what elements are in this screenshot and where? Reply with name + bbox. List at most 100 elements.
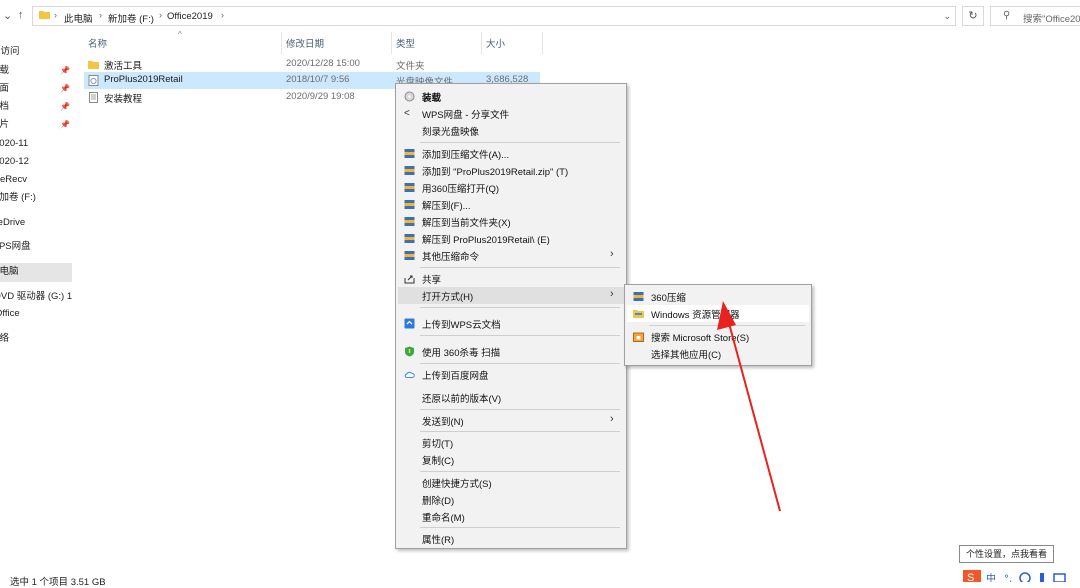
annotation-arrow — [717, 301, 781, 512]
menu-separator — [420, 409, 620, 410]
pin-icon: 📌 — [60, 102, 70, 111]
search-input[interactable]: ⚲ 搜索"Office2019" — [990, 6, 1080, 26]
column-header-name[interactable]: 名称 — [88, 36, 107, 50]
share-out-icon — [404, 275, 415, 284]
column-divider[interactable] — [281, 32, 282, 54]
menu-item-create-shortcut[interactable]: 创建快捷方式(S) — [398, 474, 624, 491]
archive-icon — [404, 234, 415, 243]
archive-icon — [404, 166, 415, 175]
system-tray: S 中 °, — [963, 570, 1066, 582]
nav-item-drive-f[interactable]: 新加卷 (F:) — [0, 190, 36, 206]
file-row-activation-tool[interactable]: 激活工具 2020/12/28 15:00 文件夹 — [84, 56, 540, 73]
context-menu: 装载 < WPS网盘 - 分享文件 刻录光盘映像 添加到压缩文件(A)... 添… — [395, 83, 627, 549]
menu-item-360-scan[interactable]: 使用 360杀毒 扫描 — [398, 343, 624, 360]
menu-separator — [420, 431, 620, 432]
mount-icon — [404, 91, 415, 102]
search-icon: ⚲ — [1003, 10, 1011, 21]
column-divider[interactable] — [481, 32, 482, 54]
menu-item-share[interactable]: 共享 — [398, 270, 624, 287]
baidu-cloud-icon — [404, 371, 415, 378]
column-header-type[interactable]: 类型 — [396, 36, 415, 50]
menu-item-wps-share[interactable]: < WPS网盘 - 分享文件 — [398, 105, 624, 122]
column-divider[interactable] — [542, 32, 543, 54]
column-header-size[interactable]: 大小 — [486, 36, 505, 50]
nav-item-quick-access[interactable]: 速访问 — [0, 44, 20, 60]
menu-item-send-to[interactable]: 发送到(N) › — [398, 412, 624, 429]
nav-item-onedrive[interactable]: OneDrive — [0, 215, 25, 231]
disc-image-icon — [88, 75, 99, 86]
menu-item-extract-to-folder[interactable]: 解压到 ProPlus2019Retail\ (E) — [398, 230, 624, 247]
menu-item-upload-baidu[interactable]: 上传到百度网盘 — [398, 366, 624, 383]
menu-item-restore-previous[interactable]: 还原以前的版本(V) — [398, 389, 624, 406]
nav-item-office[interactable]: Office — [0, 306, 20, 322]
menu-item-rename[interactable]: 重命名(M) — [398, 508, 624, 525]
tooltip: 个性设置，点我看看 — [959, 545, 1054, 563]
nav-item-desktop[interactable]: 桌面 — [0, 81, 9, 97]
svg-text:S: S — [967, 572, 974, 582]
file-date: 2018/10/7 9:56 — [286, 74, 350, 85]
menu-separator — [420, 335, 620, 336]
nav-item-2020-11[interactable]: 2020-11 — [0, 136, 28, 152]
file-name: ProPlus2019Retail — [104, 74, 183, 85]
menu-separator — [420, 527, 620, 528]
explorer-icon — [633, 310, 644, 318]
archive-icon — [404, 217, 415, 226]
nav-item-2020-12[interactable]: 2020-12 — [0, 154, 29, 170]
menu-separator — [420, 267, 620, 268]
store-icon — [633, 332, 644, 342]
refresh-icon[interactable]: ↻ — [962, 6, 984, 26]
sort-ascending-icon: ^ — [178, 30, 182, 39]
address-bar[interactable]: › 此电脑 › 新加卷 (F:) › Office2019 › ⌄ — [32, 6, 956, 26]
status-bar-text: 选中 1 个项目 3.51 GB — [10, 577, 106, 588]
svg-text:°,: °, — [1004, 574, 1012, 582]
nav-item-filerecv[interactable]: FileRecv — [0, 172, 27, 188]
address-toolbar: ⌄ ↑ › 此电脑 › 新加卷 (F:) › Office2019 › ⌄ ↻ … — [0, 0, 1080, 32]
menu-item-open-with[interactable]: 打开方式(H) › — [398, 287, 624, 304]
breadcrumb-drive-f[interactable]: 新加卷 (F:) — [108, 11, 154, 25]
share-icon: < — [404, 108, 410, 119]
nav-item-downloads[interactable]: 下载 — [0, 63, 9, 79]
pin-icon: 📌 — [60, 120, 70, 129]
breadcrumb-office2019[interactable]: Office2019 — [167, 11, 213, 22]
voice-icon — [1019, 572, 1031, 582]
menu-item-add-to-zip[interactable]: 添加到 "ProPlus2019Retail.zip" (T) — [398, 162, 624, 179]
menu-separator — [420, 307, 620, 308]
file-type: 文件夹 — [396, 61, 425, 72]
menu-item-extract-to[interactable]: 解压到(F)... — [398, 196, 624, 213]
pin-icon: 📌 — [60, 66, 70, 75]
submenu-chevron-icon: › — [610, 248, 614, 260]
menu-item-add-to-archive[interactable]: 添加到压缩文件(A)... — [398, 145, 624, 162]
breadcrumb-separator: › — [159, 10, 162, 20]
breadcrumb-separator: › — [99, 10, 102, 20]
menu-item-mount[interactable]: 装载 — [398, 88, 624, 105]
nav-item-documents[interactable]: 文档 — [0, 99, 9, 115]
menu-item-upload-wps-cloud[interactable]: 上传到WPS云文档 — [398, 315, 624, 332]
file-date: 2020/9/29 19:08 — [286, 91, 355, 102]
address-dropdown-chevron-icon[interactable]: ⌄ — [943, 11, 951, 22]
archive-icon — [633, 292, 644, 301]
file-name: 安装教程 — [104, 94, 143, 105]
nav-item-this-pc[interactable]: 此电脑 — [0, 264, 19, 280]
nav-item-dvd-drive[interactable]: DVD 驱动器 (G:) 16.0 — [0, 289, 72, 305]
menu-item-properties[interactable]: 属性(R) — [398, 530, 624, 547]
folder-icon — [88, 61, 99, 69]
menu-item-open-with-360zip[interactable]: 用360压缩打开(Q) — [398, 179, 624, 196]
menu-item-copy[interactable]: 复制(C) — [398, 451, 624, 468]
nav-item-network[interactable]: 网络 — [0, 331, 9, 347]
menu-item-burn-disc-image[interactable]: 刻录光盘映像 — [398, 122, 624, 139]
menu-item-cut[interactable]: 剪切(T) — [398, 434, 624, 451]
menu-separator — [420, 363, 620, 364]
svg-text:中: 中 — [986, 572, 996, 582]
nav-item-pictures[interactable]: 图片 — [0, 117, 9, 133]
nav-item-wps-cloud[interactable]: WPS网盘 — [0, 239, 31, 255]
menu-item-extract-here[interactable]: 解压到当前文件夹(X) — [398, 213, 624, 230]
submenu-chevron-icon: › — [610, 413, 614, 425]
submenu-chevron-icon: › — [610, 288, 614, 300]
search-placeholder: 搜索"Office2019" — [1023, 14, 1080, 25]
column-header-date[interactable]: 修改日期 — [286, 36, 324, 50]
column-divider[interactable] — [391, 32, 392, 54]
menu-item-delete[interactable]: 删除(D) — [398, 491, 624, 508]
archive-icon — [404, 149, 415, 158]
menu-item-more-compress-commands[interactable]: 其他压缩命令 › — [398, 247, 624, 264]
navigation-pane: 速访问 下载 📌 桌面 📌 文档 📌 图片 📌 2020-11 2020-12 … — [0, 0, 72, 560]
